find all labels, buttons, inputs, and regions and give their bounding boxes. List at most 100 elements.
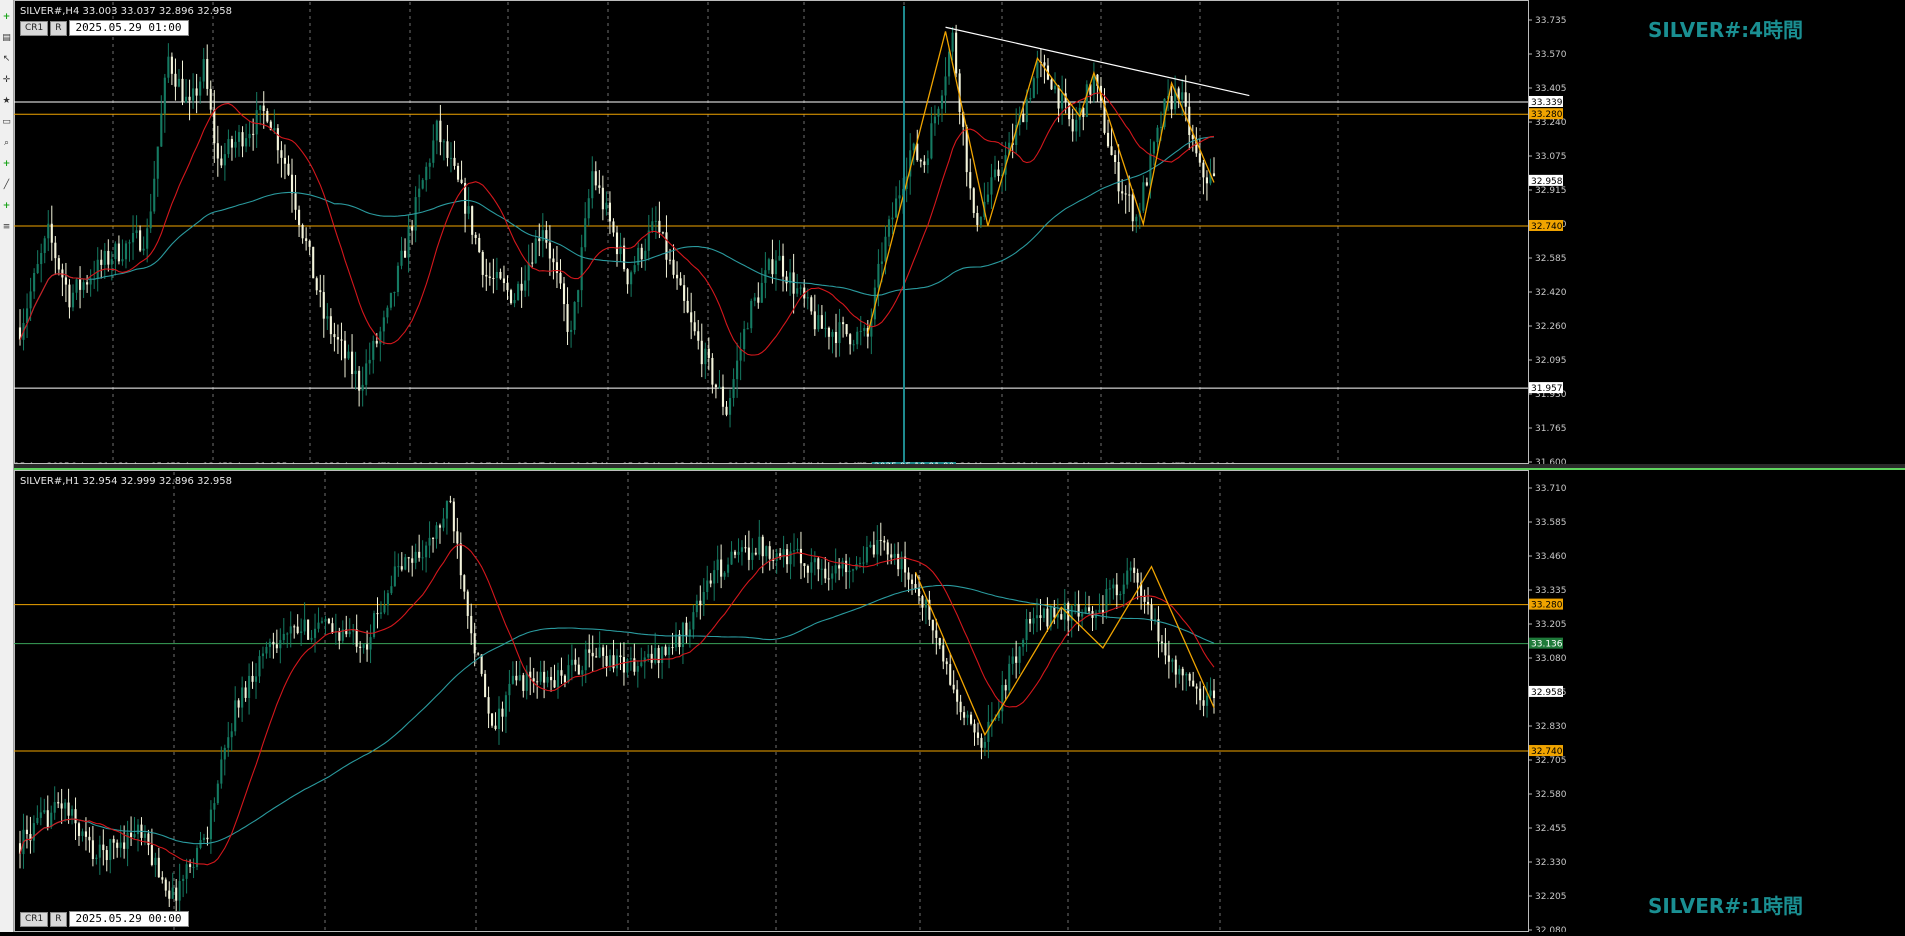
candle-body [361, 384, 364, 391]
candle-body [879, 539, 882, 541]
candle-body [609, 655, 612, 666]
candle-body [704, 348, 707, 365]
candle-body [880, 261, 884, 264]
y-tick-label: 32.330 [1535, 858, 1567, 868]
candle-body [220, 759, 223, 784]
candle-body [130, 832, 133, 838]
candle-body [109, 839, 112, 861]
candle-body [768, 546, 771, 559]
candle-body [955, 32, 958, 74]
candle-body [320, 621, 324, 623]
chart-canvas-h4[interactable]: 33.73533.57033.40533.24033.07532.91532.7… [14, 0, 1905, 468]
candle-body [506, 282, 509, 291]
candle-body [75, 279, 78, 293]
candle-body [324, 618, 327, 622]
crosshair-icon[interactable]: ✛ [1, 75, 12, 86]
candle-body [60, 803, 63, 809]
candle-body [720, 559, 723, 577]
candle-body [926, 158, 929, 166]
chart-pane-h1[interactable]: 33.710 33.585 33.460 33.335 33.205 33.080 32.9… [14, 470, 1905, 936]
candle-body [160, 113, 163, 147]
candle-body [820, 568, 823, 570]
candle-body [272, 641, 275, 645]
candle-body [969, 714, 973, 724]
cr1-button-h4[interactable]: CR1 [20, 20, 49, 36]
star-icon[interactable]: ★ [1, 96, 12, 107]
candle-body [654, 220, 657, 222]
zoom-icon[interactable]: ⌕ [1, 138, 12, 149]
candle-body [732, 379, 735, 398]
candle-body [591, 652, 594, 657]
file-icon[interactable]: ▤ [1, 33, 12, 44]
candle-body [192, 88, 195, 101]
candle-body [774, 260, 778, 275]
candle-body [931, 619, 934, 631]
line-icon[interactable]: ╱ [1, 180, 12, 191]
candle-body [481, 251, 484, 275]
candle-body [672, 259, 675, 275]
candle-body [322, 292, 325, 319]
candle-body [287, 163, 290, 175]
document-icon[interactable]: ▭ [1, 117, 12, 128]
candle-body [1170, 95, 1173, 110]
candle-body [1011, 656, 1014, 664]
candle-body [976, 212, 979, 225]
chart-buttons-h4: CR1 R 2025.05.29 01:00 [20, 20, 189, 36]
candle-body [893, 553, 896, 558]
candle-body [584, 649, 587, 671]
candle-body [838, 322, 841, 344]
add-green-icon[interactable]: + [1, 201, 12, 212]
candle-body [845, 560, 848, 573]
candle-body [245, 138, 248, 147]
candle-body [347, 351, 350, 359]
chart-header-h4: SILVER#,H4 33.003 33.037 32.896 32.958 [20, 6, 232, 17]
cursor-icon[interactable]: ↖ [1, 54, 12, 65]
list-icon[interactable]: ≡ [1, 222, 12, 233]
candle-body [25, 829, 28, 835]
candle-body [442, 141, 445, 143]
candle-body [459, 543, 462, 576]
candle-body [721, 386, 725, 407]
add-green-icon[interactable]: + [1, 159, 12, 170]
price-tag-label: 33.339 [1531, 98, 1563, 108]
candle-body [1106, 132, 1110, 147]
candle-body [1075, 119, 1078, 132]
candle-body [119, 842, 122, 848]
price-tag-label: 33.280 [1531, 601, 1563, 611]
r-button-h1[interactable]: R [50, 911, 67, 927]
add-icon[interactable]: + [1, 12, 12, 23]
candle-body [1029, 97, 1032, 100]
cr1-button-h1[interactable]: CR1 [20, 911, 49, 927]
candle-body [400, 566, 403, 570]
candle-body [824, 568, 827, 579]
candle-body [877, 263, 880, 288]
candle-body [178, 881, 181, 901]
r-button-h4[interactable]: R [50, 20, 67, 36]
candle-body [700, 340, 703, 365]
candle-body [280, 150, 283, 158]
candle-body [845, 324, 848, 335]
candle-body [813, 558, 816, 563]
moving-average-fast [19, 92, 1215, 356]
candle-body [548, 242, 551, 259]
candle-body [98, 844, 101, 858]
candle-body [1136, 572, 1139, 583]
candle-body [910, 579, 914, 584]
chart-pane-h4[interactable]: 33.73533.57033.40533.24033.07532.91532.7… [14, 0, 1905, 476]
candle-body [390, 586, 393, 594]
chart-canvas-h1[interactable]: 33.710 33.585 33.460 33.335 33.205 33.080 32.9… [14, 470, 1905, 936]
candle-body [456, 165, 460, 180]
candle-body [665, 232, 668, 260]
candle-body [1060, 614, 1063, 620]
candle-body [456, 531, 459, 544]
candle-body [640, 662, 643, 667]
candle-body [350, 351, 354, 374]
candle-body [290, 174, 294, 194]
candle-body [1108, 588, 1111, 590]
candle-body [174, 73, 177, 87]
candle-body [1117, 162, 1120, 192]
candle-body [761, 536, 764, 557]
candle-body [50, 812, 53, 827]
candle-body [298, 209, 301, 226]
candle-body [598, 185, 601, 188]
